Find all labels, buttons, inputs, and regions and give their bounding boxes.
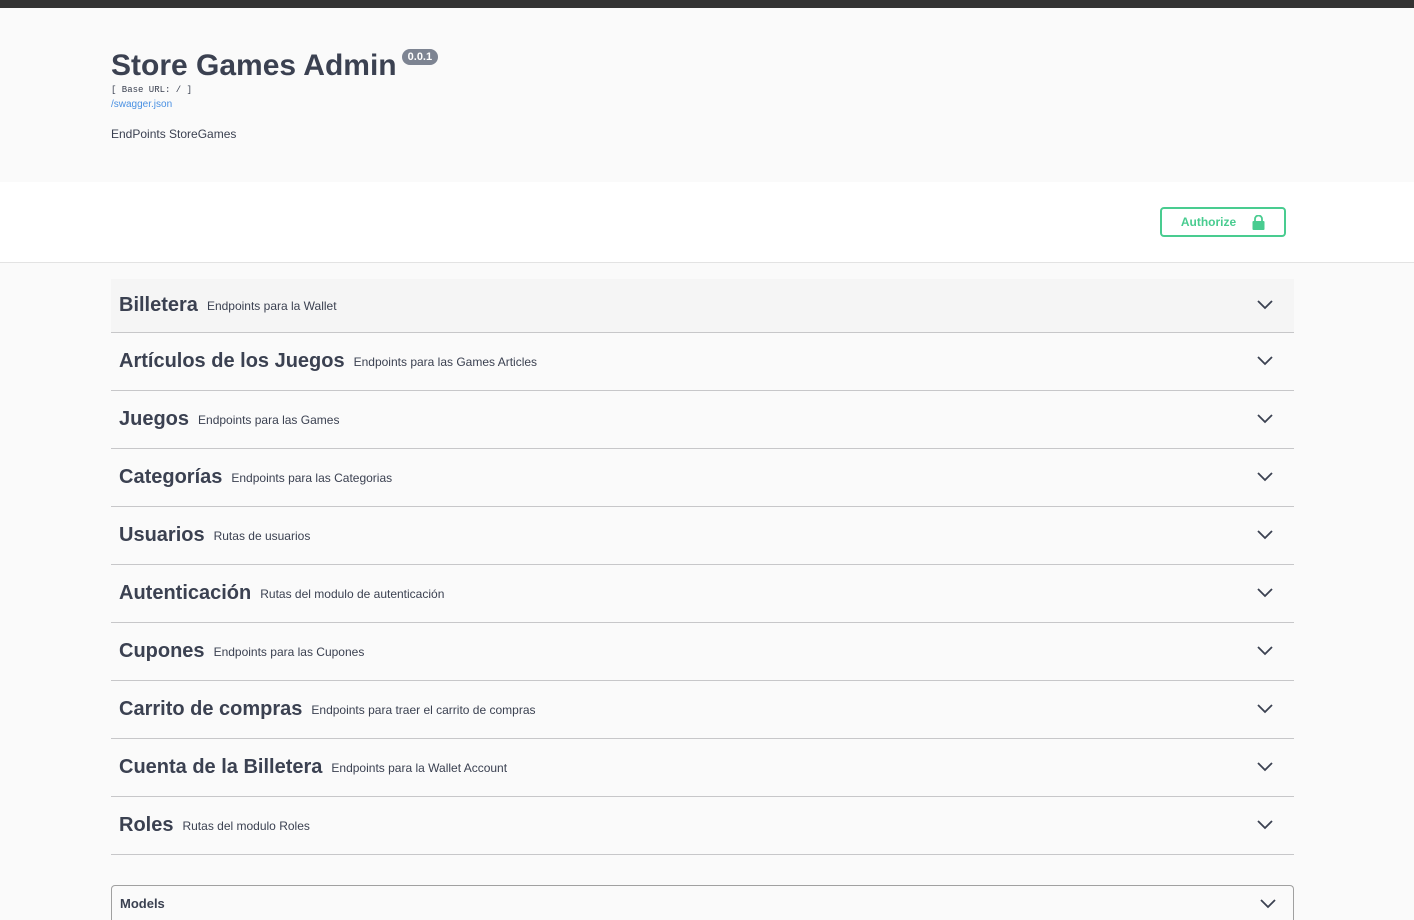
chevron-down-icon[interactable] [1259,897,1277,909]
authorize-button[interactable]: Authorize [1160,207,1286,237]
tag-name[interactable]: Artículos de los Juegos [119,350,345,373]
chevron-down-icon[interactable] [1256,412,1274,424]
chevron-down-icon[interactable] [1256,586,1274,598]
authorize-label: Authorize [1180,215,1237,229]
tag-name[interactable]: Roles [119,814,173,837]
tag-description: Rutas del modulo Roles [182,818,310,833]
chevron-down-icon[interactable] [1256,354,1274,366]
tag-section[interactable]: Cupones Endpoints para las Cupones [111,623,1294,681]
tag-description: Endpoints para las Games Articles [353,354,538,369]
tag-name[interactable]: Autenticación [119,582,251,605]
tag-section[interactable]: Billetera Endpoints para la Wallet [111,279,1294,333]
tag-name[interactable]: Usuarios [119,524,205,547]
tag-name[interactable]: Cupones [119,640,205,663]
tag-description: Endpoints para las Cupones [213,644,365,659]
tag-description: Rutas del modulo de autenticación [260,586,445,601]
scheme-container: Authorize [0,182,1414,263]
tag-section[interactable]: Categorías Endpoints para las Categorias [111,449,1294,507]
tag-section[interactable]: Juegos Endpoints para las Games [111,391,1294,449]
title-row: Store Games Admin 0.0.1 [111,48,439,84]
api-description: EndPoints StoreGames [111,127,237,141]
tag-description: Endpoints para la Wallet Account [331,760,508,775]
models-title: Models [120,895,165,911]
tag-name[interactable]: Categorías [119,466,222,489]
top-bar [0,0,1414,8]
version-badge: 0.0.1 [401,49,439,65]
tag-description: Endpoints para las Games [198,412,340,427]
tag-section[interactable]: Cuenta de la Billetera Endpoints para la … [111,739,1294,797]
chevron-down-icon[interactable] [1256,818,1274,830]
base-url: [ Base URL: / ] [111,85,193,95]
tag-section[interactable]: Autenticación Rutas del modulo de autenti… [111,565,1294,623]
chevron-down-icon[interactable] [1256,528,1274,540]
tag-section[interactable]: Carrito de compras Endpoints para traer e… [111,681,1294,739]
swagger-json-link[interactable]: /swagger.json [111,99,172,110]
lock-icon [1252,214,1265,230]
tag-section[interactable]: Artículos de los Juegos Endpoints para la… [111,333,1294,391]
chevron-down-icon[interactable] [1256,702,1274,714]
tag-name[interactable]: Juegos [119,408,189,431]
page-title: Store Games Admin [111,49,397,82]
tag-name[interactable]: Billetera [119,294,198,317]
api-info: Store Games Admin 0.0.1 [ Base URL: / ] … [0,8,1414,182]
chevron-down-icon[interactable] [1256,644,1274,656]
chevron-down-icon[interactable] [1256,470,1274,482]
tag-description: Endpoints para las Categorias [231,470,393,485]
models-section[interactable]: Models [111,885,1294,920]
tag-description: Rutas de usuarios [213,528,311,543]
tag-name[interactable]: Cuenta de la Billetera [119,756,322,779]
tag-description: Endpoints para la Wallet [206,298,337,313]
tag-description: Endpoints para traer el carrito de compr… [311,702,536,717]
chevron-down-icon[interactable] [1256,760,1274,772]
chevron-down-icon[interactable] [1256,298,1274,310]
tag-name[interactable]: Carrito de compras [119,698,302,721]
tag-list: Billetera Endpoints para la Wallet Artícul… [111,279,1294,855]
tag-section[interactable]: Roles Rutas del modulo Roles [111,797,1294,855]
tag-section[interactable]: Usuarios Rutas de usuarios [111,507,1294,565]
